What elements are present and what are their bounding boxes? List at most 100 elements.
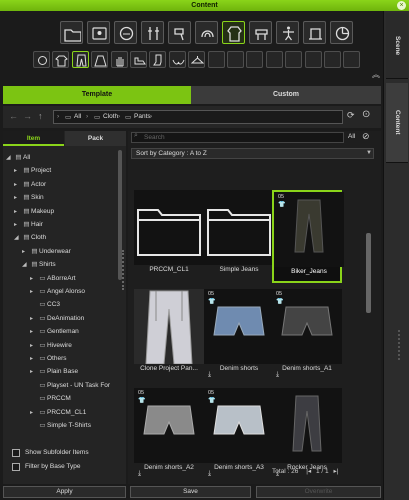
- tree-item[interactable]: ▭Simple T-Shirts: [6, 420, 91, 432]
- subtype-button-glove[interactable]: [110, 51, 128, 68]
- expand-arrow-icon[interactable]: ▸: [14, 165, 22, 177]
- subtype-button-skirt[interactable]: [91, 51, 109, 68]
- tree-item[interactable]: ▸ ▤Skin: [6, 192, 44, 204]
- toolbar-button-morph[interactable]: [114, 21, 137, 44]
- subtype-button-bra[interactable]: [168, 51, 186, 68]
- first-page-icon[interactable]: |◂: [306, 468, 311, 475]
- subtype-button-shirt[interactable]: [52, 51, 70, 68]
- empty-slot[interactable]: [227, 51, 244, 68]
- toolbar-button-folder[interactable]: [60, 21, 83, 44]
- filter-toggle-icon[interactable]: ⊘: [362, 131, 370, 142]
- side-tab-content[interactable]: Content: [386, 83, 408, 163]
- expand-arrow-icon[interactable]: ▸: [30, 353, 38, 365]
- toolbar-button-character[interactable]: [87, 21, 110, 44]
- subtype-button-shoe[interactable]: [130, 51, 147, 68]
- toolbar-button-hairdryer[interactable]: [168, 21, 191, 44]
- empty-slot[interactable]: [324, 51, 341, 68]
- tree-item[interactable]: ▸ ▭Plain Base: [6, 366, 78, 378]
- empty-slot[interactable]: [246, 51, 264, 68]
- expand-arrow-icon[interactable]: ▸: [30, 313, 38, 325]
- tree-item[interactable]: ▭PRCCM: [6, 393, 70, 405]
- expand-arrow-icon[interactable]: ▸: [30, 340, 38, 352]
- tree-item[interactable]: ◢ ▤Cloth: [6, 232, 46, 244]
- close-icon[interactable]: ×: [397, 1, 406, 10]
- side-tab-scene[interactable]: Scene: [386, 13, 408, 79]
- tree-item[interactable]: ▸ ▤Project: [6, 165, 51, 177]
- tree-item[interactable]: ▸ ▤Makeup: [6, 206, 54, 218]
- collapse-arrow-icon[interactable]: ◢: [22, 259, 30, 271]
- dropdown-circle-icon[interactable]: ⊙: [362, 109, 370, 120]
- expand-arrow-icon[interactable]: ▸: [22, 246, 30, 258]
- content-item[interactable]: 05 👕 Biker_Jeans: [272, 190, 344, 283]
- content-item[interactable]: Clone Project Pan...: [134, 289, 204, 382]
- chevron-down-icon[interactable]: ▼: [366, 150, 372, 156]
- last-page-icon[interactable]: ▸|: [333, 468, 338, 475]
- apply-button[interactable]: Apply: [3, 486, 126, 498]
- subtype-button-hanger[interactable]: [188, 51, 206, 68]
- empty-slot[interactable]: [304, 51, 322, 68]
- tree-item[interactable]: ▸ ▤Hair: [6, 219, 43, 231]
- toolbar-button-pie[interactable]: [330, 21, 353, 44]
- collapse-arrow-icon[interactable]: ◢: [14, 232, 22, 244]
- folder-item[interactable]: PRCCM_CL1: [134, 190, 204, 283]
- tree-item[interactable]: ▸ ▭Angel Alonso: [6, 286, 85, 298]
- tree-item[interactable]: ◢ ▤All: [6, 152, 30, 164]
- filter-base-checkbox[interactable]: [12, 463, 20, 471]
- tree-item[interactable]: ▸ ▤Actor: [6, 179, 46, 191]
- expand-arrow-icon[interactable]: ▸: [14, 179, 22, 191]
- tab-pack[interactable]: Pack: [65, 131, 126, 146]
- collapse-icon[interactable]: ︽: [372, 69, 380, 80]
- toolbar-button-stage[interactable]: [303, 21, 326, 44]
- save-button[interactable]: Save: [130, 486, 251, 498]
- expand-arrow-icon[interactable]: ▸: [14, 219, 22, 231]
- forward-arrow-icon[interactable]: →: [23, 111, 32, 121]
- content-item[interactable]: 05 👕 ⤓ Denim shorts_A2: [134, 388, 204, 481]
- collapse-arrow-icon[interactable]: ◢: [6, 152, 14, 164]
- back-arrow-icon[interactable]: ←: [9, 111, 18, 121]
- expand-arrow-icon[interactable]: ▸: [30, 407, 38, 419]
- toolbar-button-accessory[interactable]: [141, 21, 164, 44]
- subtype-button-head[interactable]: [33, 51, 50, 68]
- breadcrumb-pants[interactable]: Pants: [134, 113, 151, 120]
- page-number[interactable]: 1: [316, 468, 320, 475]
- tab-template[interactable]: Template: [3, 86, 191, 104]
- breadcrumb-all[interactable]: All: [74, 113, 81, 120]
- tree-item[interactable]: ▸ ▭PRCCM_CL1: [6, 407, 86, 419]
- tree-item[interactable]: ▸ ▭ABorreArt: [6, 273, 76, 285]
- folder-item[interactable]: Simple Jeans: [204, 190, 274, 283]
- toolbar-button-cloth[interactable]: [222, 21, 245, 44]
- up-arrow-icon[interactable]: ↑: [38, 111, 43, 121]
- tree-item[interactable]: ▭Playset - UN Task For: [6, 380, 110, 392]
- empty-slot[interactable]: [343, 51, 361, 68]
- tab-item[interactable]: Item: [3, 131, 64, 146]
- subtype-button-sock[interactable]: [149, 51, 167, 68]
- breadcrumb-cloth[interactable]: Cloth: [103, 113, 118, 120]
- expand-arrow-icon[interactable]: ▸: [30, 273, 38, 285]
- tree-item[interactable]: ▸ ▭DeAnimation: [6, 313, 84, 325]
- content-item[interactable]: 05 👕 ⤓ Denim shorts_A1: [272, 289, 342, 382]
- tree-item[interactable]: ▸ ▤Underwear: [6, 246, 71, 258]
- sort-dropdown[interactable]: Sort by Category : A to Z: [131, 148, 374, 159]
- empty-slot[interactable]: [285, 51, 303, 68]
- expand-arrow-icon[interactable]: ▸: [30, 286, 38, 298]
- toolbar-button-hair[interactable]: [195, 21, 218, 44]
- subtype-button-pants[interactable]: [71, 51, 89, 68]
- empty-slot[interactable]: [207, 51, 225, 68]
- expand-arrow-icon[interactable]: ▸: [30, 326, 38, 338]
- content-item[interactable]: 05 👕 ⤓ Denim shorts: [204, 289, 274, 382]
- expand-arrow-icon[interactable]: ▸: [30, 366, 38, 378]
- refresh-icon[interactable]: ⟳: [347, 110, 355, 121]
- toolbar-button-prop[interactable]: [249, 21, 272, 44]
- filter-all-dropdown[interactable]: All: [348, 133, 355, 140]
- content-item[interactable]: 05 👕 ⤓ Denim shorts_A3: [204, 388, 274, 481]
- show-subfolder-checkbox[interactable]: [12, 449, 20, 457]
- expand-arrow-icon[interactable]: ▸: [14, 206, 22, 218]
- tree-item[interactable]: ▭CC3: [6, 299, 60, 311]
- panel-splitter[interactable]: [122, 250, 125, 290]
- tree-item[interactable]: ▸ ▭Hivewire: [6, 340, 72, 352]
- tab-custom[interactable]: Custom: [191, 86, 381, 104]
- empty-slot[interactable]: [265, 51, 283, 68]
- toolbar-button-pose[interactable]: [276, 21, 299, 44]
- expand-arrow-icon[interactable]: ▸: [14, 192, 22, 204]
- tree-item[interactable]: ◢ ▤Shirts: [6, 259, 56, 271]
